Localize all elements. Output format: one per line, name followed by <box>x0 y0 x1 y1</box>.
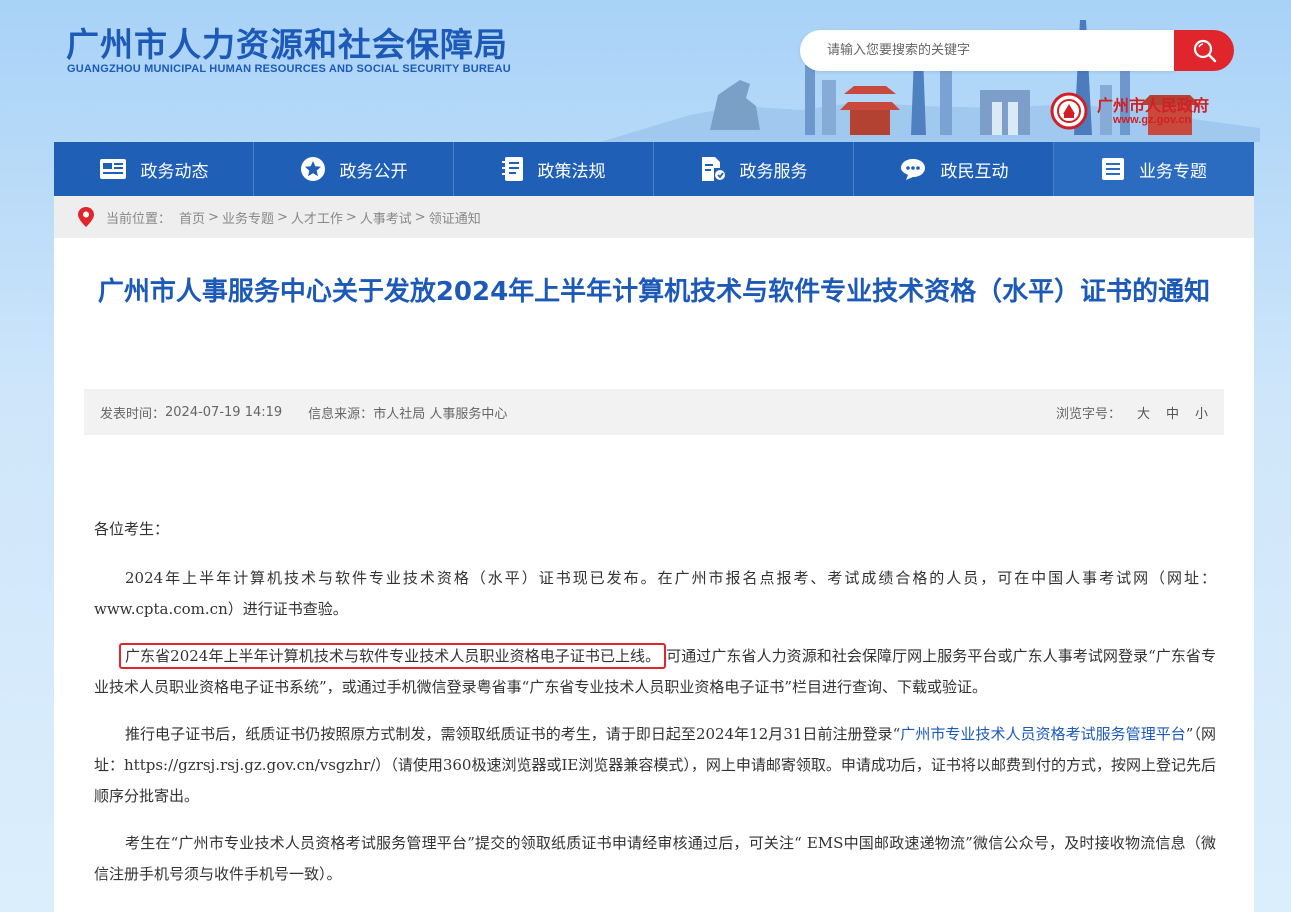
paragraph-3-a: 推行电子证书后，纸质证书仍按照原方式制发，需领取纸质证书的考生，请于即日起至20… <box>125 725 901 743</box>
nav-item-policy[interactable]: 政策法规 <box>454 142 654 196</box>
greeting: 各位考生： <box>94 520 170 538</box>
nav-item-disclosure[interactable]: 政务公开 <box>254 142 454 196</box>
gov-url[interactable]: www.gz.gov.cn <box>1113 114 1191 126</box>
breadcrumb-talent[interactable]: 人才工作 <box>291 208 343 227</box>
site-title-en: GUANGZHOU MUNICIPAL HUMAN RESOURCES AND … <box>67 63 511 75</box>
news-icon <box>99 159 126 179</box>
nav-label: 政策法规 <box>537 161 606 182</box>
breadcrumb-exam[interactable]: 人事考试 <box>360 208 412 227</box>
article-body: 各位考生： 2024年上半年计算机技术与软件专业技术资格（水平）证书现已发布。在… <box>94 514 1216 906</box>
gov-emblem-icon <box>1050 92 1088 130</box>
platform-link[interactable]: 广州市专业技术人员资格考试服务管理平台 <box>900 725 1186 743</box>
info-source: 市人社局 人事服务中心 <box>373 406 508 422</box>
nav-item-topics[interactable]: 业务专题 <box>1054 142 1254 196</box>
nav-item-interaction[interactable]: 政民互动 <box>854 142 1054 196</box>
site-title[interactable]: 广州市人力资源和社会保障局 <box>66 18 508 66</box>
paragraph-4: 考生在“广州市专业技术人员资格考试服务管理平台”提交的领取纸质证书申请经审核通过… <box>94 834 1216 883</box>
breadcrumb-sep: > <box>208 209 219 225</box>
location-pin-icon <box>78 207 94 227</box>
breadcrumb-sep: > <box>414 209 426 225</box>
main-nav: 政务动态 政务公开 政策法规 政务服务 政民互动 业务专题 <box>54 142 1254 196</box>
breadcrumb-sep: > <box>345 209 357 225</box>
service-icon <box>701 157 725 181</box>
article-panel: 广州市人事服务中心关于发放2024年上半年计算机技术与软件专业技术资格（水平）证… <box>54 238 1254 912</box>
highlighted-sentence: 广东省2024年上半年计算机技术与软件专业技术人员职业资格电子证书已上线。 <box>119 643 667 669</box>
font-medium-button[interactable]: 中 <box>1166 403 1179 422</box>
gov-name[interactable]: 广州市人民政府 <box>1097 92 1209 116</box>
font-size-label: 浏览字号： <box>1055 406 1121 422</box>
breadcrumb-sep: > <box>276 209 288 225</box>
chat-icon <box>900 159 925 180</box>
nav-label: 业务专题 <box>1139 161 1207 182</box>
list-icon <box>1102 158 1124 180</box>
nav-label: 政务服务 <box>739 161 808 182</box>
article-title: 广州市人事服务中心关于发放2024年上半年计算机技术与软件专业技术资格（水平）证… <box>97 277 1211 307</box>
nav-item-service[interactable]: 政务服务 <box>654 142 854 196</box>
nav-label: 政务公开 <box>339 161 408 182</box>
search-input[interactable] <box>800 30 1175 71</box>
nav-label: 政务动态 <box>140 161 209 182</box>
breadcrumb-home[interactable]: 首页 <box>179 208 205 227</box>
search-box <box>800 30 1175 71</box>
nav-item-news[interactable]: 政务动态 <box>54 142 254 196</box>
site-header: 广州市人力资源和社会保障局 GUANGZHOU MUNICIPAL HUMAN … <box>0 0 1291 142</box>
source-label: 信息来源： <box>308 406 374 422</box>
paragraph-3: 推行电子证书后，纸质证书仍按照原方式制发，需领取纸质证书的考生，请于即日起至20… <box>94 719 1216 812</box>
paragraph-1: 2024年上半年计算机技术与软件专业技术资格（水平）证书现已发布。在广州市报名点… <box>94 569 1216 618</box>
article-meta: 发表时间： 2024-07-19 14:19 信息来源： 市人社局 人事服务中心… <box>84 389 1224 435</box>
breadcrumb-current[interactable]: 领证通知 <box>429 208 481 227</box>
publish-date: 2024-07-19 14:19 <box>165 404 283 420</box>
breadcrumb-prefix: 当前位置： <box>106 211 172 227</box>
breadcrumb: 当前位置： 首页 > 业务专题 > 人才工作 > 人事考试 > 领证通知 <box>54 196 1254 238</box>
nav-label: 政民互动 <box>940 161 1009 182</box>
date-label: 发表时间： <box>100 406 166 422</box>
star-icon <box>300 157 325 181</box>
document-icon <box>501 157 523 181</box>
breadcrumb-topics[interactable]: 业务专题 <box>222 208 274 227</box>
search-button[interactable] <box>1174 30 1234 71</box>
font-large-button[interactable]: 大 <box>1137 403 1150 422</box>
search-icon <box>1193 39 1217 62</box>
paragraph-2: 广东省2024年上半年计算机技术与软件专业技术人员职业资格电子证书已上线。 可通过… <box>94 641 1216 703</box>
font-small-button[interactable]: 小 <box>1195 403 1208 422</box>
